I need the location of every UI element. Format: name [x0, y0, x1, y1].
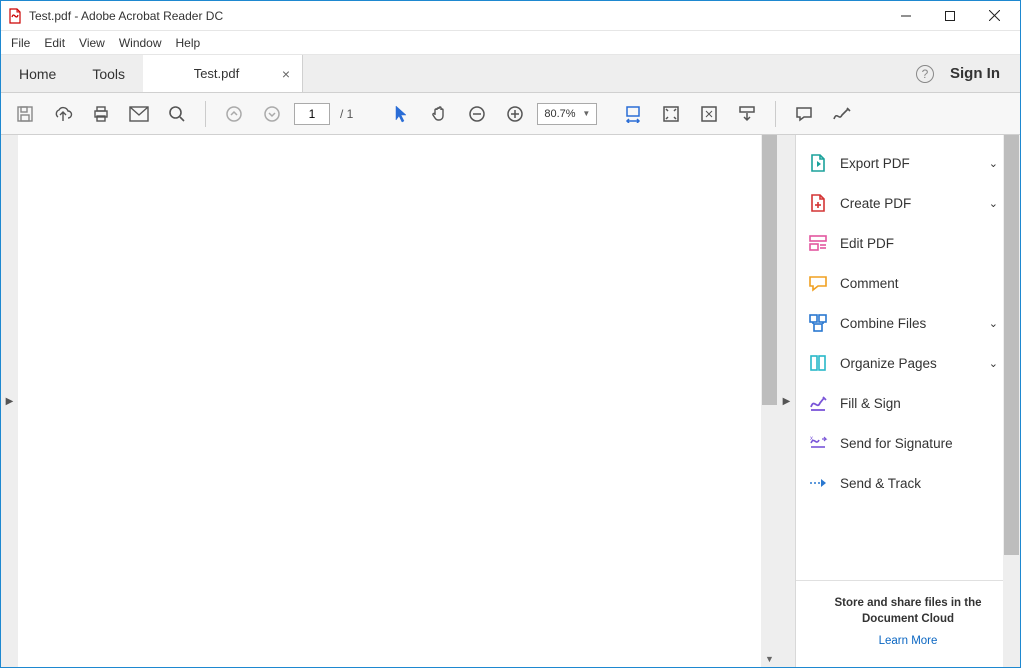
- tools-list: Export PDF ⌄ Create PDF ⌄ Edit PDF Comme…: [796, 135, 1020, 503]
- menu-bar: File Edit View Window Help: [1, 31, 1020, 55]
- tools-side-panel: Export PDF ⌄ Create PDF ⌄ Edit PDF Comme…: [795, 135, 1020, 667]
- tool-label: Export PDF: [840, 156, 910, 171]
- comment-icon[interactable]: [788, 98, 820, 130]
- organize-pages-icon: [808, 353, 828, 373]
- view-switch-icon[interactable]: [731, 98, 763, 130]
- help-icon[interactable]: ?: [916, 65, 934, 83]
- read-mode-icon[interactable]: [693, 98, 725, 130]
- scrollbar-thumb[interactable]: [762, 135, 777, 405]
- vertical-scrollbar[interactable]: ▼: [761, 135, 778, 667]
- create-pdf-icon: [808, 193, 828, 213]
- search-icon[interactable]: [161, 98, 193, 130]
- hand-tool-icon[interactable]: [423, 98, 455, 130]
- scrollbar-thumb[interactable]: [1004, 135, 1019, 555]
- zoom-dropdown[interactable]: 80.7% ▼: [537, 103, 597, 125]
- tool-label: Send & Track: [840, 476, 921, 491]
- tool-label: Edit PDF: [840, 236, 894, 251]
- tool-label: Send for Signature: [840, 436, 953, 451]
- tool-combine-files[interactable]: Combine Files ⌄: [796, 303, 1020, 343]
- page-total-label: / 1: [340, 107, 353, 121]
- tool-edit-pdf[interactable]: Edit PDF: [796, 223, 1020, 263]
- menu-edit[interactable]: Edit: [44, 36, 65, 50]
- toolbar-separator: [205, 101, 206, 127]
- toolbar-separator: [775, 101, 776, 127]
- main-area: ▶ ▼ ▶ Export PDF ⌄ Create PDF ⌄ Edit PDF: [1, 135, 1020, 667]
- app-icon: [7, 8, 23, 24]
- fill-sign-icon: [808, 393, 828, 413]
- left-panel-toggle[interactable]: ▶: [1, 135, 18, 667]
- tool-label: Comment: [840, 276, 899, 291]
- tab-close-icon[interactable]: ×: [282, 66, 290, 82]
- tool-label: Create PDF: [840, 196, 911, 211]
- save-icon[interactable]: [9, 98, 41, 130]
- export-pdf-icon: [808, 153, 828, 173]
- tab-document[interactable]: Test.pdf ×: [143, 55, 303, 92]
- tool-send-signature[interactable]: x Send for Signature: [796, 423, 1020, 463]
- minimize-button[interactable]: [884, 1, 928, 30]
- fit-width-icon[interactable]: [617, 98, 649, 130]
- tool-label: Organize Pages: [840, 356, 937, 371]
- tab-tools[interactable]: Tools: [74, 55, 143, 92]
- title-bar: Test.pdf - Adobe Acrobat Reader DC: [1, 1, 1020, 31]
- combine-files-icon: [808, 313, 828, 333]
- scroll-down-icon[interactable]: ▼: [761, 651, 778, 667]
- cloud-icon[interactable]: [47, 98, 79, 130]
- sign-in-button[interactable]: Sign In: [950, 65, 1000, 82]
- page-up-icon[interactable]: [218, 98, 250, 130]
- tool-fill-sign[interactable]: Fill & Sign: [796, 383, 1020, 423]
- chevron-right-icon: ▶: [783, 396, 791, 407]
- send-track-icon: [808, 473, 828, 493]
- zoom-value: 80.7%: [544, 108, 576, 120]
- window-controls: [884, 1, 1016, 30]
- sign-icon[interactable]: [826, 98, 858, 130]
- maximize-button[interactable]: [928, 1, 972, 30]
- chevron-down-icon: ⌄: [989, 357, 998, 370]
- edit-pdf-icon: [808, 233, 828, 253]
- chevron-down-icon: ⌄: [989, 157, 998, 170]
- selection-tool-icon[interactable]: [385, 98, 417, 130]
- menu-file[interactable]: File: [11, 36, 30, 50]
- send-signature-icon: x: [808, 433, 828, 453]
- side-scrollbar[interactable]: [1003, 135, 1020, 667]
- menu-help[interactable]: Help: [176, 36, 201, 50]
- tool-send-track[interactable]: Send & Track: [796, 463, 1020, 503]
- tab-row: Home Tools Test.pdf × ? Sign In: [1, 55, 1020, 93]
- menu-window[interactable]: Window: [119, 36, 162, 50]
- window-title: Test.pdf - Adobe Acrobat Reader DC: [29, 9, 223, 23]
- tool-export-pdf[interactable]: Export PDF ⌄: [796, 143, 1020, 183]
- chevron-down-icon: ⌄: [989, 197, 998, 210]
- page-number-input[interactable]: [294, 103, 330, 125]
- page-down-icon[interactable]: [256, 98, 288, 130]
- chevron-down-icon: ⌄: [989, 317, 998, 330]
- zoom-out-icon[interactable]: [461, 98, 493, 130]
- side-panel-footer: Store and share files in the Document Cl…: [796, 580, 1020, 667]
- menu-view[interactable]: View: [79, 36, 105, 50]
- tool-comment[interactable]: Comment: [796, 263, 1020, 303]
- fit-page-icon[interactable]: [655, 98, 687, 130]
- tab-home-label: Home: [19, 66, 56, 82]
- tool-create-pdf[interactable]: Create PDF ⌄: [796, 183, 1020, 223]
- close-button[interactable]: [972, 1, 1016, 30]
- document-view[interactable]: ▼: [18, 135, 778, 667]
- chevron-down-icon: ▼: [582, 109, 590, 118]
- zoom-in-icon[interactable]: [499, 98, 531, 130]
- right-panel-toggle[interactable]: ▶: [778, 135, 795, 667]
- footer-text: Store and share files in the Document Cl…: [806, 595, 1010, 627]
- svg-text:x: x: [810, 436, 813, 442]
- toolbar: / 1 80.7% ▼: [1, 93, 1020, 135]
- comment-tool-icon: [808, 273, 828, 293]
- tool-label: Fill & Sign: [840, 396, 901, 411]
- email-icon[interactable]: [123, 98, 155, 130]
- tool-organize-pages[interactable]: Organize Pages ⌄: [796, 343, 1020, 383]
- chevron-right-icon: ▶: [6, 396, 14, 407]
- tab-document-label: Test.pdf: [194, 66, 240, 81]
- tool-label: Combine Files: [840, 316, 926, 331]
- learn-more-link[interactable]: Learn More: [806, 635, 1010, 647]
- tab-tools-label: Tools: [92, 66, 125, 82]
- print-icon[interactable]: [85, 98, 117, 130]
- tab-home[interactable]: Home: [1, 55, 74, 92]
